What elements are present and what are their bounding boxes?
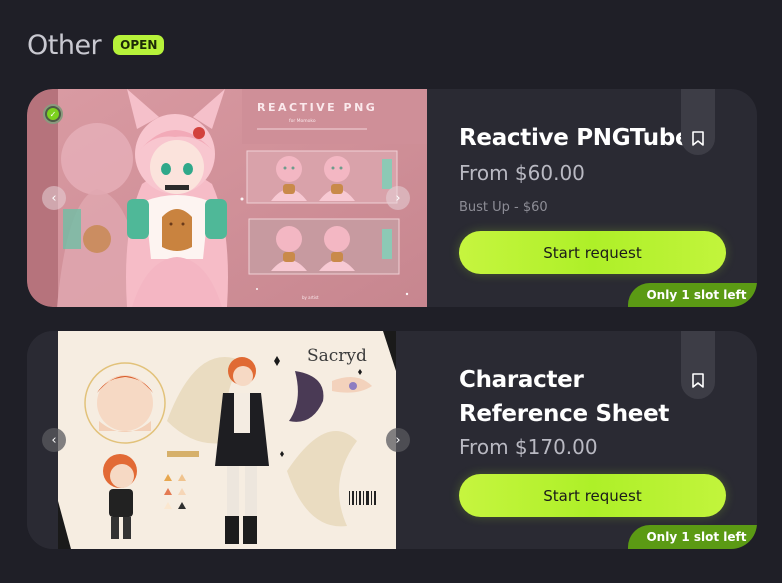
- chevron-left-icon: ‹: [51, 432, 57, 448]
- listing-image: REACTIVE PNG for Momoko by artist: [27, 89, 427, 307]
- carousel-prev-button[interactable]: ‹: [42, 428, 66, 452]
- section-title: Other: [27, 30, 102, 61]
- listing-price: From $60.00: [459, 161, 585, 185]
- svg-text:by artist: by artist: [302, 295, 319, 300]
- listing-image: Sacryd: [27, 331, 427, 549]
- listing-variant: Bust Up - $60: [459, 200, 548, 215]
- verified-badge-icon: ✓: [43, 104, 63, 124]
- bookmark-icon: [692, 131, 704, 146]
- chevron-left-icon: ‹: [51, 190, 57, 206]
- listing-price: From $170.00: [459, 435, 598, 459]
- carousel-next-button[interactable]: ›: [386, 186, 410, 210]
- listing-title[interactable]: Reactive PNGTuber: [459, 121, 702, 155]
- slots-remaining-badge: Only 1 slot left: [628, 283, 757, 307]
- status-badge: OPEN: [113, 34, 165, 55]
- bookmark-button[interactable]: [681, 89, 715, 155]
- section-header: Other OPEN: [27, 30, 165, 61]
- chevron-right-icon: ›: [395, 432, 401, 448]
- listing-title[interactable]: Character Reference Sheet: [459, 363, 689, 431]
- image-heading: REACTIVE PNG: [257, 101, 377, 114]
- start-request-button[interactable]: Start request: [459, 231, 726, 274]
- start-request-button[interactable]: Start request: [459, 474, 726, 517]
- chevron-right-icon: ›: [395, 190, 401, 206]
- bookmark-icon: [692, 373, 704, 388]
- bookmark-button[interactable]: [681, 331, 715, 399]
- listing-card-character-reference-sheet[interactable]: Sacryd ‹ › Character Reference Sheet Fro…: [27, 331, 757, 549]
- image-character-name: Sacryd: [307, 346, 367, 366]
- carousel-next-button[interactable]: ›: [386, 428, 410, 452]
- listing-card-reactive-pngtuber[interactable]: REACTIVE PNG for Momoko by artist ✓ ‹ › …: [27, 89, 757, 307]
- listing-image-carousel[interactable]: REACTIVE PNG for Momoko by artist ✓ ‹ ›: [27, 89, 427, 307]
- carousel-prev-button[interactable]: ‹: [42, 186, 66, 210]
- image-subheading: for Momoko: [289, 118, 316, 124]
- listing-image-carousel[interactable]: Sacryd ‹ ›: [27, 331, 427, 549]
- slots-remaining-badge: Only 1 slot left: [628, 525, 757, 549]
